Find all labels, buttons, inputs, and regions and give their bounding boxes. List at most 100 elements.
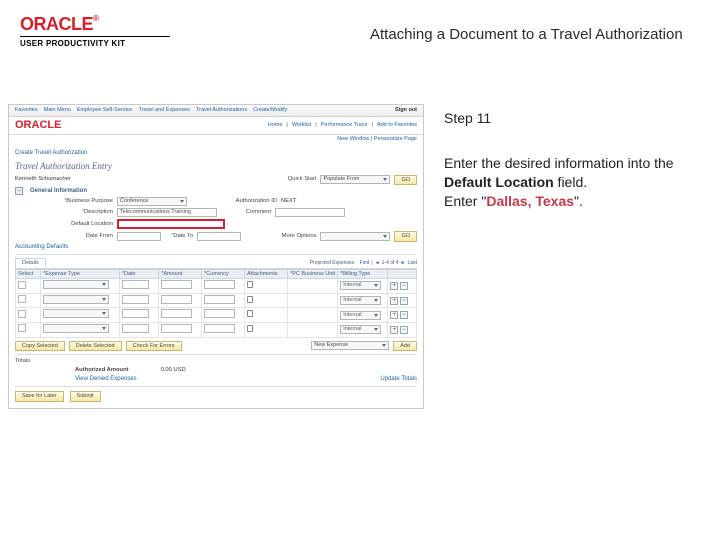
currency-input[interactable] (204, 295, 234, 304)
oracle-wordmark: ORACLE (20, 14, 93, 34)
nav-mainmenu: Main Menu (44, 107, 71, 114)
col-amount: *Amount (159, 269, 202, 279)
more-options-label: More Options (282, 233, 317, 240)
ps-breadcrumb-bar: Favorites Main Menu Employee Self-Servic… (9, 105, 423, 117)
quickstart-dropdown[interactable]: Populate From (320, 175, 390, 184)
delete-selected-button[interactable]: Delete Selected (69, 341, 122, 352)
submit-button[interactable]: Submit (70, 391, 101, 402)
currency-input[interactable] (204, 309, 234, 318)
grid-nav: Projected Expenses Find | ◄ 1-4 of 4 ► L… (310, 258, 417, 268)
billing-dropdown[interactable]: Internal (340, 281, 381, 290)
currency-input[interactable] (204, 324, 234, 333)
date-from-input[interactable] (117, 232, 161, 241)
accounting-defaults-link[interactable]: Accounting Defaults (15, 244, 68, 251)
row-checkbox[interactable] (18, 295, 26, 303)
remove-row-icon[interactable]: − (400, 311, 408, 319)
paperclip-icon[interactable] (247, 296, 253, 303)
paperclip-icon[interactable] (247, 310, 253, 317)
amount-input[interactable] (161, 324, 191, 333)
ps-oracle-logo: ORACLE (15, 119, 61, 132)
grid-last[interactable]: Last (408, 260, 417, 266)
default-location-label: Default Location (43, 221, 113, 228)
row-checkbox[interactable] (18, 324, 26, 332)
new-expense-dropdown[interactable]: New Expense (311, 341, 389, 350)
view-denied-link[interactable]: View Denied Expenses (75, 376, 137, 383)
step-number: Step 11 (444, 110, 712, 126)
col-pc: *PC Business Unit (288, 269, 338, 279)
employee-name: Kenneth Schumacher (15, 176, 125, 183)
description-input[interactable]: Telecommunications Training (117, 208, 217, 217)
date-input[interactable] (122, 280, 150, 289)
comment-input[interactable] (275, 208, 345, 217)
billing-dropdown[interactable]: Internal (340, 311, 381, 320)
copy-selected-button[interactable]: Copy Selected (15, 341, 65, 352)
totals-label: Totals (15, 358, 417, 365)
paperclip-icon[interactable] (247, 281, 253, 288)
general-info-section: General Information (30, 188, 87, 195)
authid-value: NEXT (281, 198, 296, 205)
description-label: Description (43, 209, 113, 216)
page-title: Attaching a Document to a Travel Authori… (170, 14, 700, 43)
quickstart-label: Quick Start (288, 176, 317, 183)
add-row-icon[interactable]: + (390, 311, 398, 319)
row-checkbox[interactable] (18, 281, 26, 289)
nav-favorites: Favorites (15, 107, 38, 114)
expense-type-dropdown[interactable] (43, 324, 109, 333)
grid-last-icon[interactable]: ► (401, 260, 406, 266)
add-row-icon[interactable]: + (390, 282, 398, 290)
logo-subtitle: USER PRODUCTIVITY KIT (20, 36, 170, 48)
authid-label: Authorization ID (217, 198, 277, 205)
add-row-icon[interactable]: + (390, 297, 398, 305)
grid-find[interactable]: Find (360, 260, 370, 266)
table-row: Internal + − (16, 308, 417, 323)
paperclip-icon[interactable] (247, 325, 253, 332)
add-row-icon[interactable]: + (390, 326, 398, 334)
go-button-2[interactable]: GO (394, 231, 417, 242)
billing-dropdown[interactable]: Internal (340, 325, 381, 334)
grid-tabbar: Details Projected Expenses Find | ◄ 1-4 … (15, 258, 417, 269)
col-type: *Expense Type (41, 269, 120, 279)
remove-row-icon[interactable]: − (400, 282, 408, 290)
col-currency: *Currency (202, 269, 245, 279)
biz-purpose-dropdown[interactable]: Conference (117, 197, 187, 206)
table-row: Internal + − (16, 279, 417, 294)
grid-first-icon[interactable]: ◄ (375, 260, 380, 266)
expense-grid: Select *Expense Type *Date *Amount *Curr… (15, 269, 417, 338)
date-from-label: Date From (43, 233, 113, 240)
billing-dropdown[interactable]: Internal (340, 296, 381, 305)
expense-type-dropdown[interactable] (43, 295, 109, 304)
date-input[interactable] (122, 295, 150, 304)
date-input[interactable] (122, 324, 150, 333)
remove-row-icon[interactable]: − (400, 297, 408, 305)
col-billing: *Billing Type (338, 269, 388, 279)
more-options-dropdown[interactable] (320, 232, 390, 241)
default-location-input[interactable] (117, 219, 225, 229)
collapse-icon[interactable]: – (15, 187, 23, 195)
date-to-label: Date To (171, 233, 193, 240)
save-for-later-button[interactable]: Save for Later (15, 391, 64, 402)
update-totals-link[interactable]: Update Totals (380, 376, 417, 383)
amount-input[interactable] (161, 280, 191, 289)
comment-label: Comment (229, 209, 271, 216)
nav-te: Travel and Expenses (138, 107, 189, 114)
details-tab[interactable]: Details (15, 258, 46, 268)
row-checkbox[interactable] (18, 310, 26, 318)
check-errors-button[interactable]: Check For Errors (126, 341, 182, 352)
expense-type-dropdown[interactable] (43, 280, 109, 289)
go-button[interactable]: GO (394, 175, 417, 186)
authorized-amount-label: Authorized Amount (75, 367, 129, 374)
remove-row-icon[interactable]: − (400, 326, 408, 334)
add-button[interactable]: Add (393, 341, 417, 352)
nav-ta: Travel Authorizations (196, 107, 247, 114)
screenshot-panel: Favorites Main Menu Employee Self-Servic… (8, 104, 424, 409)
ps-page-crumb: Create Travel Authorization (15, 150, 417, 157)
date-input[interactable] (122, 309, 150, 318)
ps-page-heading: Travel Authorization Entry (15, 161, 417, 172)
amount-input[interactable] (161, 309, 191, 318)
currency-input[interactable] (204, 280, 234, 289)
col-attachments: Attachments (245, 269, 288, 279)
table-row: Internal + − (16, 293, 417, 308)
expense-type-dropdown[interactable] (43, 309, 109, 318)
amount-input[interactable] (161, 295, 191, 304)
date-to-input[interactable] (197, 232, 241, 241)
